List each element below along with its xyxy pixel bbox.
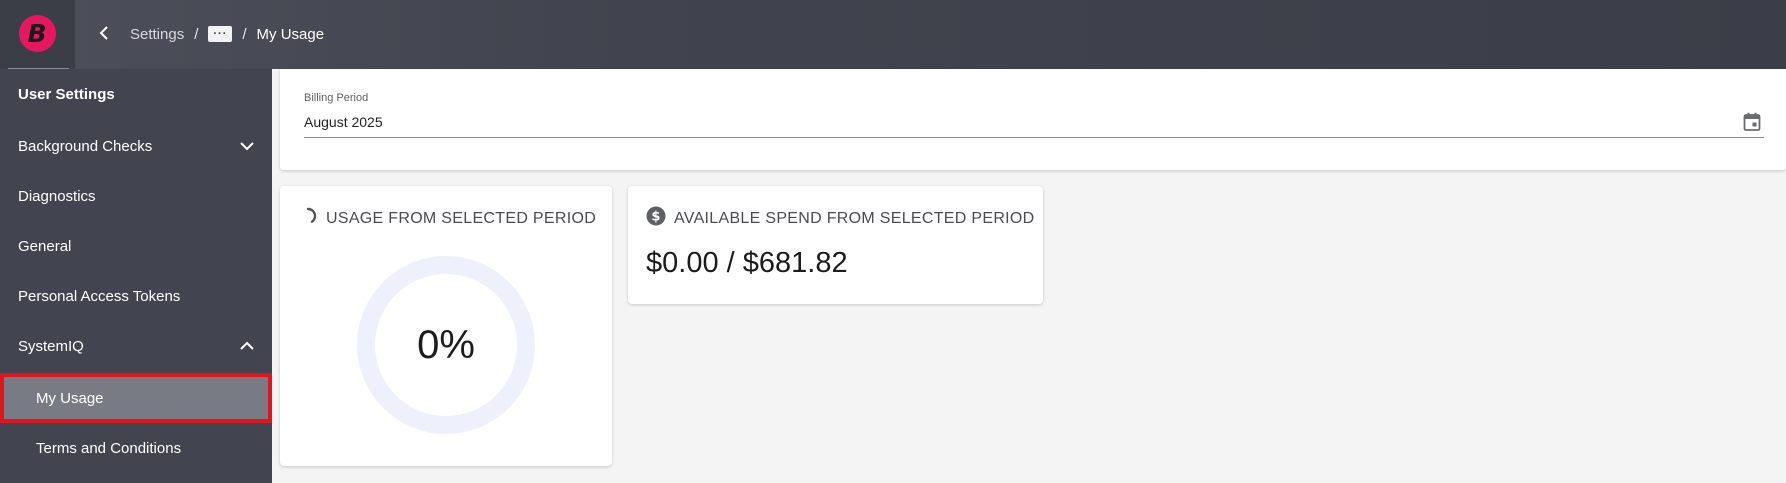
usage-percent: 0% (417, 322, 475, 367)
sidebar-title: User Settings (18, 86, 115, 103)
sidebar: User Settings Background Checks Diagnost… (0, 69, 272, 483)
spend-value: $0.00 / $681.82 (646, 247, 848, 279)
breadcrumb-separator: / (194, 25, 199, 43)
spend-card: $ AVAILABLE SPEND FROM SELECTED PERIOD $… (628, 186, 1043, 304)
svg-text:$: $ (651, 210, 660, 225)
sidebar-item-label: General (18, 237, 72, 255)
billing-period-underline (304, 137, 1764, 138)
breadcrumb-settings[interactable]: Settings (130, 26, 184, 43)
billing-period-label: Billing Period (304, 92, 369, 104)
chevron-left-icon (99, 26, 108, 40)
main-content: Billing Period August 2025 USAGE FROM SE… (272, 69, 1786, 483)
brand-logo[interactable]: B (19, 15, 56, 52)
usage-card: USAGE FROM SELECTED PERIOD 0% (280, 186, 612, 466)
spinner-icon (298, 206, 318, 231)
dollar-circle-icon: $ (646, 206, 666, 231)
sidebar-item-personal-access-tokens[interactable]: Personal Access Tokens (0, 271, 272, 321)
breadcrumb: Settings / ··· / My Usage (130, 23, 324, 45)
breadcrumb-more-button[interactable]: ··· (208, 26, 233, 42)
breadcrumb-separator: / (242, 25, 247, 43)
billing-period-input[interactable]: August 2025 (304, 114, 383, 130)
back-button[interactable] (94, 22, 114, 44)
spend-card-header: $ AVAILABLE SPEND FROM SELECTED PERIOD (646, 206, 1035, 231)
usage-card-header: USAGE FROM SELECTED PERIOD (298, 206, 596, 231)
spend-card-title: AVAILABLE SPEND FROM SELECTED PERIOD (674, 209, 1035, 227)
sidebar-item-terms-and-conditions[interactable]: Terms and Conditions (0, 423, 272, 473)
chevron-up-icon (240, 339, 254, 353)
sidebar-item-general[interactable]: General (0, 221, 272, 271)
usage-card-title: USAGE FROM SELECTED PERIOD (326, 209, 597, 227)
sidebar-item-my-usage[interactable]: My Usage (0, 373, 272, 423)
chevron-down-icon (240, 139, 254, 153)
sidebar-item-label: My Usage (36, 389, 104, 407)
top-bar: B Settings / ··· / My Usage (0, 0, 1786, 69)
sidebar-item-label: Diagnostics (18, 187, 96, 205)
calendar-icon[interactable] (1743, 112, 1761, 132)
sidebar-item-label: Background Checks (18, 137, 153, 155)
sidebar-item-label: Terms and Conditions (36, 439, 182, 457)
sidebar-item-label: SystemIQ (18, 337, 84, 355)
sidebar-item-label: Personal Access Tokens (18, 287, 181, 305)
logo-area[interactable]: B (0, 0, 75, 69)
sidebar-item-diagnostics[interactable]: Diagnostics (0, 171, 272, 221)
sidebar-item-background-checks[interactable]: Background Checks (0, 121, 272, 171)
logo-letter: B (27, 19, 47, 48)
breadcrumb-current: My Usage (256, 25, 325, 43)
billing-period-panel: Billing Period August 2025 (280, 69, 1786, 170)
sidebar-item-systemiq[interactable]: SystemIQ (0, 321, 272, 371)
